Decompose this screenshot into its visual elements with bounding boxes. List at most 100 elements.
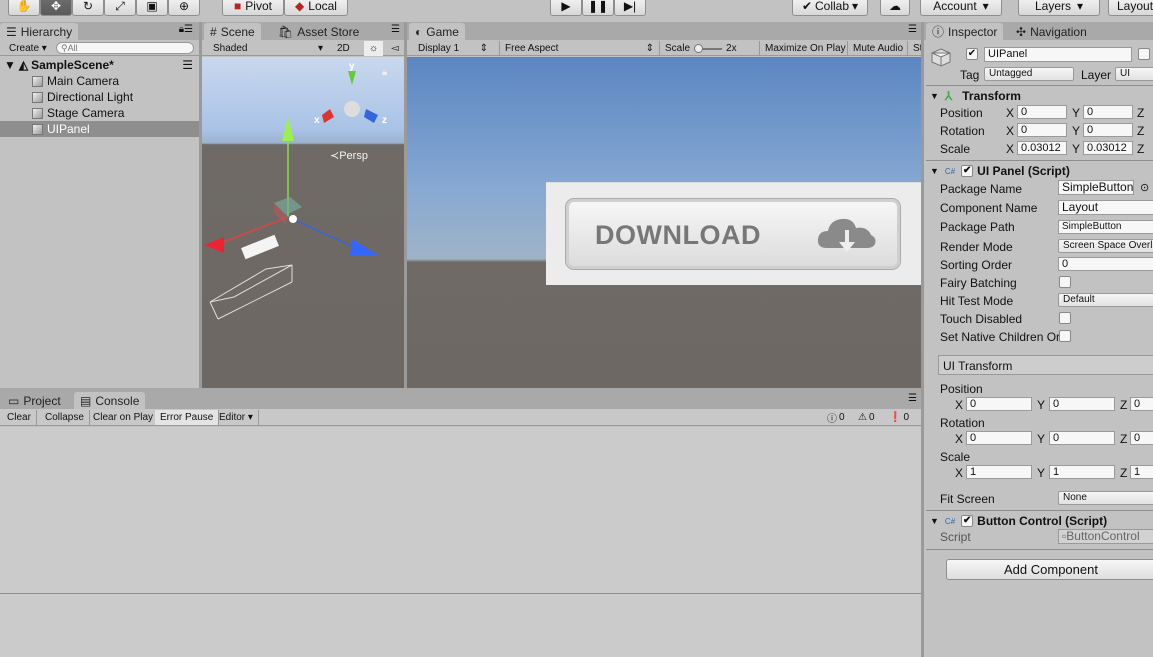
ui-position-x-input[interactable]: 0 xyxy=(966,397,1032,411)
set-native-checkbox[interactable] xyxy=(1059,330,1071,342)
object-picker-icon[interactable]: ⊙ xyxy=(1140,181,1149,194)
layer-dropdown[interactable]: UI xyxy=(1115,67,1153,81)
display-dropdown[interactable]: Display 1 ⇕ xyxy=(413,41,493,55)
tab-navigation[interactable]: ✣ Navigation xyxy=(1010,23,1093,40)
game-viewport[interactable]: DOWNLOAD xyxy=(407,57,921,388)
position-y-input[interactable]: 0 xyxy=(1083,105,1133,119)
tab-console[interactable]: ▤ Console xyxy=(74,392,146,409)
enabled-checkbox[interactable]: ✔ xyxy=(961,515,974,527)
tab-scene[interactable]: # Scene xyxy=(204,23,261,40)
warning-count-toggle[interactable]: ⚠ 0 xyxy=(853,410,880,425)
rotate-tool-button[interactable]: ↻ xyxy=(72,0,104,16)
enabled-checkbox[interactable]: ✔ xyxy=(961,165,974,177)
local-button[interactable]: ◆ Local xyxy=(284,0,348,16)
slider-thumb[interactable] xyxy=(694,43,704,53)
touch-disabled-checkbox[interactable] xyxy=(1059,312,1071,324)
sorting-order-input[interactable]: 0 xyxy=(1058,257,1153,271)
hierarchy-item-uipanel[interactable]: UIPanel xyxy=(0,121,199,137)
error-count-toggle[interactable]: ❗ 0 xyxy=(884,410,914,425)
scale-y-input[interactable]: 0.03012 xyxy=(1083,141,1133,155)
hierarchy-item-directional-light[interactable]: Directional Light xyxy=(0,89,199,105)
lighting-toggle[interactable]: ☼ xyxy=(364,41,384,56)
layout-dropdown[interactable]: Layout xyxy=(1108,0,1153,16)
scale-x-input[interactable]: 0.03012 xyxy=(1017,141,1067,155)
uipanel-script-header[interactable]: ▼ C# ✔ UI Panel (Script) xyxy=(926,162,1153,180)
rotation-x-input[interactable]: 0 xyxy=(1017,123,1067,137)
tab-hierarchy[interactable]: ☰ Hierarchy xyxy=(0,23,79,40)
splitter[interactable] xyxy=(199,22,202,388)
scene-root[interactable]: ▼ ◭ SampleScene* ☰ xyxy=(0,57,199,73)
clear-button[interactable]: Clear xyxy=(2,410,37,425)
scale-tool-button[interactable]: ⤢ xyxy=(104,0,136,16)
create-dropdown[interactable]: Create ▾ xyxy=(4,41,52,56)
add-component-button[interactable]: Add Component xyxy=(946,559,1153,580)
ui-scale-z-input[interactable]: 1 xyxy=(1130,465,1153,479)
cloud-button[interactable]: ☁ xyxy=(880,0,910,16)
menu-icon[interactable]: ☰ xyxy=(182,58,193,72)
render-mode-dropdown[interactable]: Screen Space Overlay xyxy=(1058,239,1153,253)
collapse-toggle[interactable]: Collapse xyxy=(40,410,90,425)
package-path-input[interactable]: SimpleButton xyxy=(1058,220,1153,234)
scene-viewport[interactable]: y x z 🔒︎ ≺Persp xyxy=(202,57,404,388)
audio-toggle[interactable]: ◅ xyxy=(386,41,404,56)
menu-icon[interactable]: ☰ xyxy=(391,24,400,35)
fairy-batching-checkbox[interactable] xyxy=(1059,276,1071,288)
maximize-on-play-toggle[interactable]: Maximize On Play xyxy=(759,41,851,55)
layers-dropdown[interactable]: Layers ▾ xyxy=(1018,0,1100,16)
tab-project[interactable]: ▭ Project xyxy=(2,392,67,409)
log-count-toggle[interactable]: ⓘ 0 xyxy=(822,410,850,425)
component-name-input[interactable]: Layout xyxy=(1058,200,1153,215)
rotation-y-input[interactable]: 0 xyxy=(1083,123,1133,137)
splitter[interactable] xyxy=(921,22,924,657)
lock-icon[interactable]: 🔒︎ xyxy=(382,67,387,78)
console-log-area[interactable] xyxy=(0,427,921,593)
tab-game[interactable]: ◐ Game xyxy=(409,23,465,40)
package-name-input[interactable]: SimpleButton xyxy=(1058,180,1134,195)
rect-tool-button[interactable]: ▣ xyxy=(136,0,168,16)
slider-track[interactable] xyxy=(694,43,723,53)
download-button[interactable]: DOWNLOAD xyxy=(566,199,900,269)
scale-slider[interactable]: Scale 2x xyxy=(659,41,757,55)
transform-tool-button[interactable]: ⊕ xyxy=(168,0,200,16)
collab-dropdown[interactable]: ✔ Collab ▾ xyxy=(792,0,868,16)
aspect-dropdown[interactable]: Free Aspect ⇕ xyxy=(499,41,659,55)
play-button[interactable]: ▶ xyxy=(550,0,582,16)
move-tool-button[interactable]: ✥ xyxy=(40,0,72,16)
ui-rotation-y-input[interactable]: 0 xyxy=(1049,431,1115,445)
projection-label[interactable]: ≺Persp xyxy=(330,149,368,162)
menu-icon[interactable]: ☰ xyxy=(908,393,917,404)
transform-header[interactable]: ▼ ⅄ Transform xyxy=(926,87,1153,105)
lock-icon[interactable]: 🔒︎☰ xyxy=(179,24,193,35)
position-x-input[interactable]: 0 xyxy=(1017,105,1067,119)
ui-position-z-input[interactable]: 0 xyxy=(1130,397,1153,411)
stats-toggle[interactable]: St xyxy=(907,41,921,55)
account-dropdown[interactable]: Account ▾ xyxy=(920,0,1002,16)
tab-inspector[interactable]: ⓘ Inspector xyxy=(926,23,1004,40)
pivot-button[interactable]: ■ Pivot xyxy=(222,0,284,16)
ui-scale-y-input[interactable]: 1 xyxy=(1049,465,1115,479)
menu-icon[interactable]: ☰ xyxy=(908,24,917,35)
static-checkbox[interactable] xyxy=(1138,48,1150,60)
error-pause-toggle[interactable]: Error Pause xyxy=(155,410,220,425)
ui-scale-x-input[interactable]: 1 xyxy=(966,465,1032,479)
tag-dropdown[interactable]: Untagged xyxy=(984,67,1074,81)
active-checkbox[interactable]: ✔ xyxy=(966,48,978,60)
splitter[interactable] xyxy=(404,22,407,388)
fit-screen-dropdown[interactable]: None xyxy=(1058,491,1153,505)
step-button[interactable]: ▶| xyxy=(614,0,646,16)
mute-audio-toggle[interactable]: Mute Audio xyxy=(847,41,908,55)
hierarchy-item-main-camera[interactable]: Main Camera xyxy=(0,73,199,89)
hierarchy-item-stage-camera[interactable]: Stage Camera xyxy=(0,105,199,121)
ui-rotation-x-input[interactable]: 0 xyxy=(966,431,1032,445)
hand-tool-button[interactable]: ✋ xyxy=(8,0,40,16)
tab-asset-store[interactable]: 🛍︎ Asset Store xyxy=(272,23,365,40)
editor-dropdown[interactable]: Editor ▾ xyxy=(214,410,259,425)
hierarchy-search-input[interactable]: ⚲All xyxy=(56,42,194,54)
shading-dropdown[interactable]: Shaded ▾ xyxy=(208,41,328,56)
pause-button[interactable]: ❚❚ xyxy=(582,0,614,16)
button-control-header[interactable]: ▼ C# ✔ Button Control (Script) xyxy=(926,512,1153,530)
hit-test-dropdown[interactable]: Default xyxy=(1058,293,1153,307)
ui-rotation-z-input[interactable]: 0 xyxy=(1130,431,1153,445)
clear-on-play-toggle[interactable]: Clear on Play xyxy=(88,410,160,425)
ui-position-y-input[interactable]: 0 xyxy=(1049,397,1115,411)
